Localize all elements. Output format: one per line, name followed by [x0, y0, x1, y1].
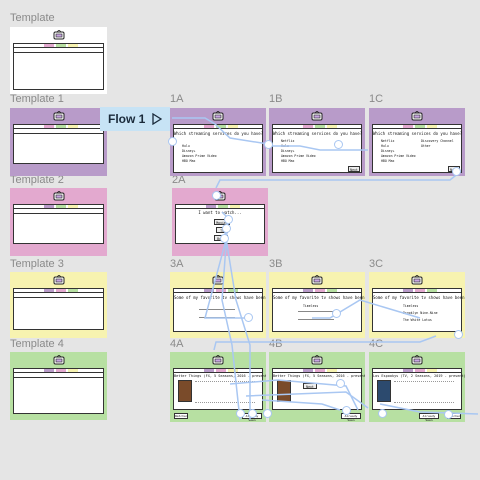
connector-handle[interactable]: [332, 309, 341, 318]
connector-handle[interactable]: [263, 409, 272, 418]
connector-handle[interactable]: [168, 137, 177, 146]
connector-handle[interactable]: [248, 409, 257, 418]
connector-handle[interactable]: [212, 191, 221, 200]
connector-handle[interactable]: [334, 140, 343, 149]
connector-handle[interactable]: [224, 215, 233, 224]
connector-handle[interactable]: [444, 410, 453, 419]
connector-handle[interactable]: [222, 224, 231, 233]
connector-handle[interactable]: [264, 140, 273, 149]
connector-handle[interactable]: [236, 409, 245, 418]
connector-handle[interactable]: [378, 409, 387, 418]
connector-handle[interactable]: [452, 167, 461, 176]
connector-lines: [172, 117, 479, 421]
connector-handle[interactable]: [220, 234, 229, 243]
connector-handle[interactable]: [454, 330, 463, 339]
connector-handle[interactable]: [244, 313, 253, 322]
connector-handle[interactable]: [342, 406, 351, 415]
connector-handle[interactable]: [336, 379, 345, 388]
